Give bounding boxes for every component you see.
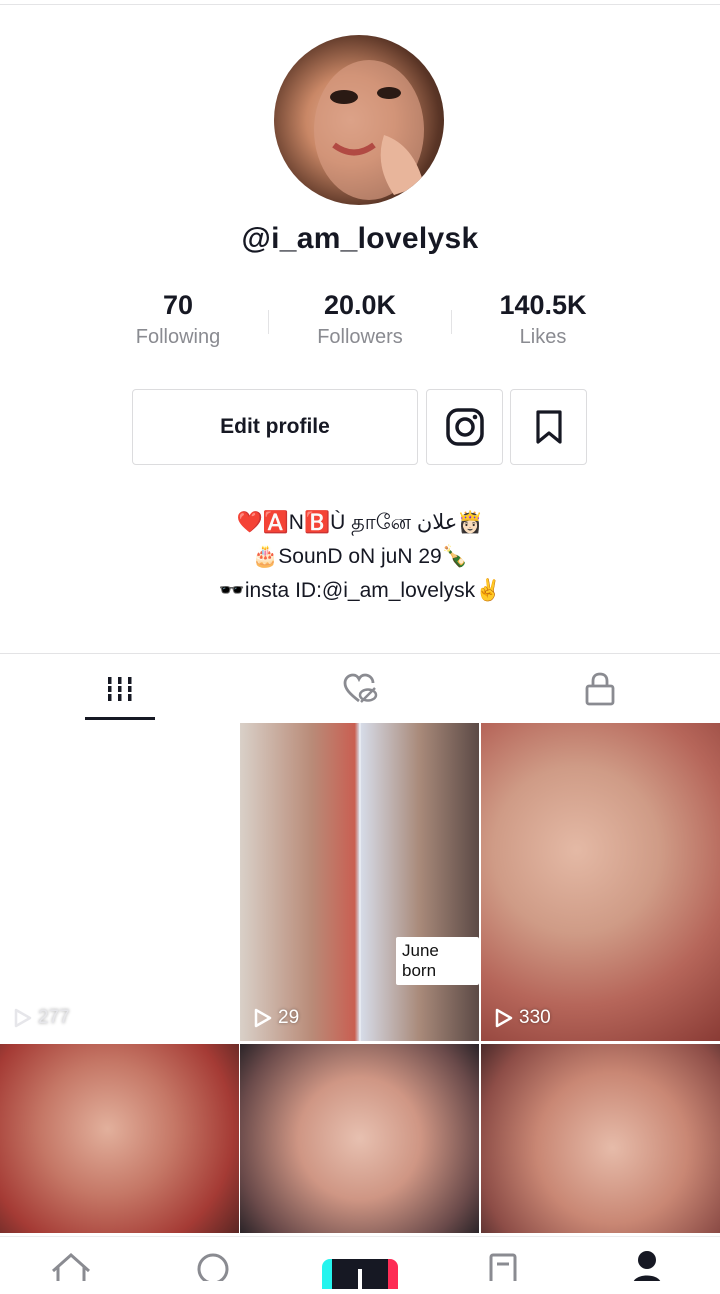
lock-icon	[585, 672, 615, 706]
video-grid: 277 June born 29 330	[0, 723, 720, 1233]
nav-home[interactable]	[46, 1251, 96, 1281]
stat-following[interactable]: 70 Following	[98, 288, 258, 349]
view-count-value: 277	[38, 1007, 70, 1028]
split-divider	[359, 723, 361, 1041]
likes-label: Likes	[519, 326, 567, 348]
instagram-icon	[445, 408, 484, 446]
tabs-divider	[0, 653, 720, 654]
view-count: 277	[14, 1007, 70, 1029]
followers-count: 20.0K	[323, 290, 397, 320]
me-icon	[634, 1251, 660, 1281]
username: @i_am_lovelysk	[241, 222, 479, 255]
liked-hidden-icon	[343, 673, 378, 703]
bio-line: 🎂SounD oN juN 29🍾	[252, 545, 468, 568]
bio-line: 🕶️insta ID:@i_am_lovelysk✌️	[218, 579, 502, 602]
view-count-value: 29	[278, 1007, 300, 1028]
view-count-value: 330	[519, 1007, 551, 1028]
following-count: 70	[162, 290, 194, 320]
grid-icon	[105, 677, 135, 701]
nav-discover[interactable]	[188, 1251, 238, 1281]
play-icon	[254, 1008, 272, 1028]
tab-videos[interactable]	[0, 664, 240, 714]
nav-me[interactable]	[622, 1251, 672, 1281]
instagram-button[interactable]	[426, 389, 503, 465]
status-divider	[0, 4, 720, 5]
view-count: 330	[495, 1007, 551, 1029]
video-thumbnail[interactable]	[240, 1044, 479, 1233]
stat-likes[interactable]: 140.5K Likes	[463, 288, 623, 349]
video-thumbnail[interactable]	[0, 1044, 239, 1233]
bio-line: ❤️🅰️N🅱️Ù தானே علان👸🏻	[236, 511, 484, 534]
stat-followers[interactable]: 20.0K Followers	[280, 288, 440, 349]
bottom-nav	[0, 1236, 720, 1289]
create-icon	[358, 1269, 362, 1289]
video-caption: June born	[396, 937, 479, 985]
avatar[interactable]	[274, 35, 444, 205]
edit-profile-button[interactable]: Edit profile	[132, 389, 418, 465]
stat-divider	[268, 310, 269, 334]
discover-icon	[197, 1253, 229, 1281]
followers-label: Followers	[317, 326, 403, 348]
stat-divider	[451, 310, 452, 334]
tab-private[interactable]	[480, 664, 720, 714]
likes-count: 140.5K	[499, 290, 587, 320]
following-label: Following	[135, 326, 221, 348]
active-tab-indicator	[85, 717, 155, 720]
favorites-button[interactable]	[510, 389, 587, 465]
home-icon	[52, 1252, 90, 1281]
create-button[interactable]	[322, 1259, 398, 1289]
video-thumbnail[interactable]: June born 29	[240, 723, 479, 1041]
bookmark-icon	[535, 410, 562, 444]
video-thumbnail[interactable]: 277	[0, 723, 239, 1041]
video-thumbnail[interactable]	[481, 1044, 720, 1233]
view-count: 29	[254, 1007, 299, 1029]
bio: ❤️🅰️N🅱️Ù தானே علان👸🏻 🎂SounD oN juN 29🍾 🕶…	[0, 506, 720, 608]
play-icon	[495, 1008, 513, 1028]
inbox-icon	[489, 1253, 517, 1281]
video-thumbnail[interactable]: 330	[481, 723, 720, 1041]
tab-liked[interactable]	[240, 664, 480, 714]
play-icon	[14, 1008, 32, 1028]
nav-inbox[interactable]	[478, 1251, 528, 1281]
